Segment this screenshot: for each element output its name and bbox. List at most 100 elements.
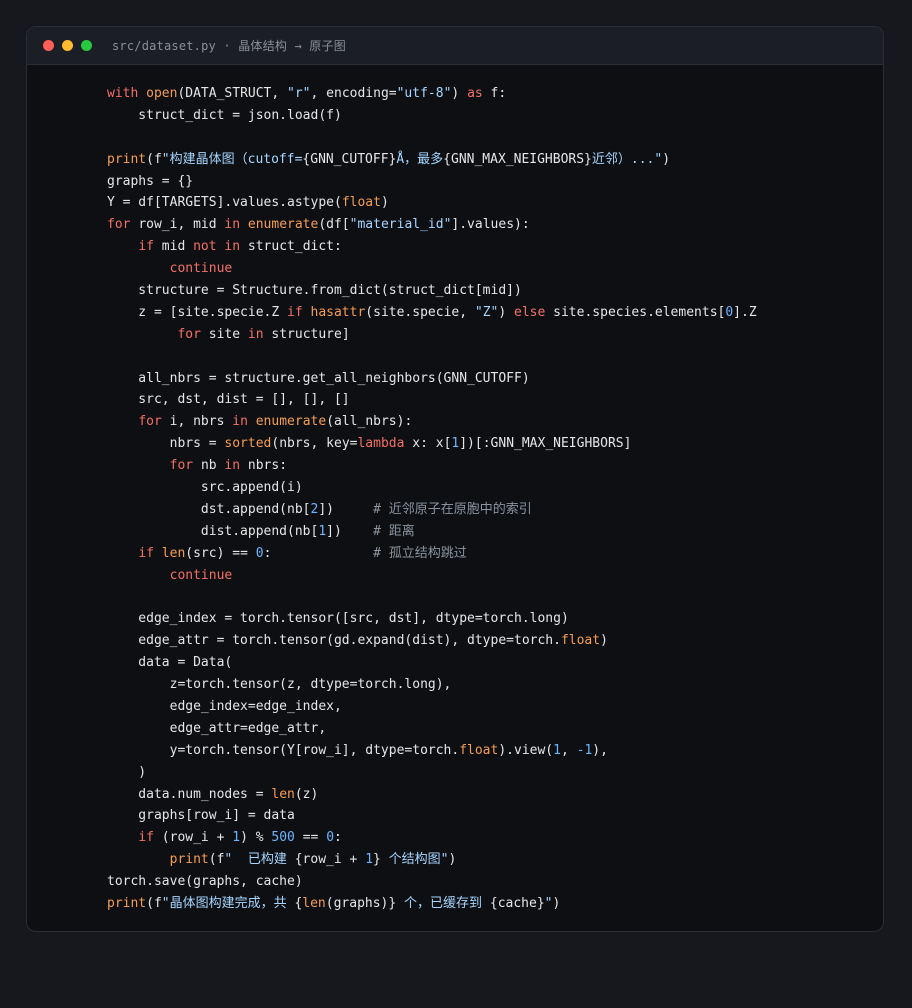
code-token: struct_dict: [247, 239, 342, 255]
code-line: ) [107, 762, 757, 784]
code-token: , encoding= [310, 86, 397, 101]
code-token: (site.specie, [365, 304, 475, 320]
code-token: -1 [576, 742, 593, 758]
code-token: {GNN_MAX_NEIGHBORS} [443, 151, 592, 167]
window-title: src/dataset.py · 晶体结构 → 原子图 [112, 39, 346, 53]
code-line: print(f" 已构建 {row_i + 1} 个结构图") [107, 849, 757, 871]
code-token: # 孤立结构跳过 [373, 545, 467, 561]
code-token: , [560, 742, 577, 758]
code-token: 个，已缓存到 [396, 895, 490, 911]
code-token: 个结构图" [380, 852, 449, 868]
close-window-dot-icon[interactable] [43, 40, 54, 51]
code-token: ) [451, 86, 468, 101]
code-token: mid [161, 239, 194, 255]
code-token: z = [site.specie.Z [107, 304, 288, 320]
code-token: (all_nbrs): [326, 414, 413, 430]
code-token: if [138, 545, 162, 561]
code-line: edge_index = torch.tensor([src, dst], dt… [107, 608, 757, 630]
code-token: structure = Structure.from_dict(struct_d… [107, 283, 522, 299]
code-token: ])[:GNN_MAX_NEIGHBORS] [459, 436, 632, 452]
code-token: f: [482, 86, 507, 101]
code-line: edge_attr = torch.tensor(gd.expand(dist)… [107, 630, 757, 652]
code-line: data.num_nodes = len(z) [107, 784, 757, 806]
code-token: " 已构建 [224, 852, 295, 868]
code-line: dst.append(nb[2]) # 近邻原子在原胞中的索引 [107, 499, 757, 521]
code-token: "Z" [474, 304, 499, 320]
code-token: site.species.elements[ [553, 304, 726, 320]
code-token: # 近邻原子在原胞中的索引 [373, 501, 532, 517]
code-line: edge_index=edge_index, [107, 696, 757, 718]
code-token: ) [600, 633, 608, 649]
code-token: (row_i + [161, 830, 233, 846]
code-token: graphs[row_i] = data [107, 808, 295, 824]
code-token: 1 [318, 523, 327, 539]
code-token: len [302, 895, 326, 911]
code-token: ).view( [498, 742, 554, 758]
code-token: row_i, mid [138, 217, 225, 233]
code-line: for row_i, mid in enumerate(df["material… [107, 214, 757, 236]
code-token: x: x[ [412, 436, 452, 452]
code-token: ), [592, 742, 608, 758]
maximize-window-dot-icon[interactable] [81, 40, 92, 51]
code-token: in [247, 326, 272, 342]
code-token: (df[ [318, 217, 350, 233]
code-token: 0 [725, 304, 734, 320]
code-token: edge_attr=edge_attr, [107, 720, 327, 736]
code-token: ) [552, 895, 561, 911]
code-token: (graphs)} [325, 895, 397, 911]
code-token: continue [169, 567, 233, 583]
code-token: lambda [357, 436, 413, 452]
code-token: # 距离 [373, 523, 415, 539]
code-token: {row_i + [294, 852, 366, 868]
code-token: Å，最多 [396, 151, 444, 167]
code-token: graphs = {} [107, 173, 194, 189]
code-token: in [224, 217, 248, 233]
code-token: with [107, 86, 147, 101]
code-token: 1 [553, 742, 561, 758]
code-line: for nb in nbrs: [107, 455, 757, 477]
code-token: (f [146, 151, 162, 167]
code-line: struct_dict = json.load(f) [107, 105, 757, 127]
code-token: dst.append(nb[ [107, 501, 311, 517]
code-token: nbrs: [247, 458, 288, 474]
code-token: "r" [287, 86, 311, 101]
code-token: len [161, 545, 186, 561]
code-token: ]) [318, 501, 374, 517]
code-token: enumerate [247, 217, 319, 233]
code-token: len [271, 786, 295, 802]
code-token: 500 [271, 830, 295, 846]
code-token: : [263, 545, 374, 561]
code-window: src/dataset.py · 晶体结构 → 原子图 with open(DA… [26, 26, 884, 932]
code-line: z = [site.specie.Z if hasattr(site.speci… [107, 302, 756, 324]
code-token: all_nbrs = structure.get_all_neighbors(G… [107, 370, 530, 386]
minimize-window-dot-icon[interactable] [62, 40, 73, 51]
code-token: ) [380, 195, 389, 211]
code-line: src.append(i) [107, 477, 757, 499]
code-line: src, dst, dist = [], [], [] [107, 389, 757, 411]
code-token: continue [169, 261, 233, 277]
code-token: for [169, 458, 201, 474]
code-token: print [169, 852, 209, 868]
code-token: "晶体图构建完成，共 [161, 895, 295, 911]
code-token: nbrs = [107, 436, 225, 452]
code-token: i, nbrs [169, 414, 233, 430]
code-token: open [146, 86, 178, 101]
code-token: ) % [240, 830, 272, 846]
code-line: data = Data( [107, 652, 757, 674]
code-token: } [373, 852, 381, 868]
code-token: z=torch.tensor(z, dtype=torch.long), [107, 677, 452, 693]
code-token: y=torch.tensor(Y[row_i], dtype=torch. [107, 742, 460, 758]
code-line: continue [107, 258, 757, 280]
code-token: (f [208, 852, 225, 868]
code-line: for site in structure] [107, 324, 757, 346]
code-token: as [467, 86, 483, 101]
